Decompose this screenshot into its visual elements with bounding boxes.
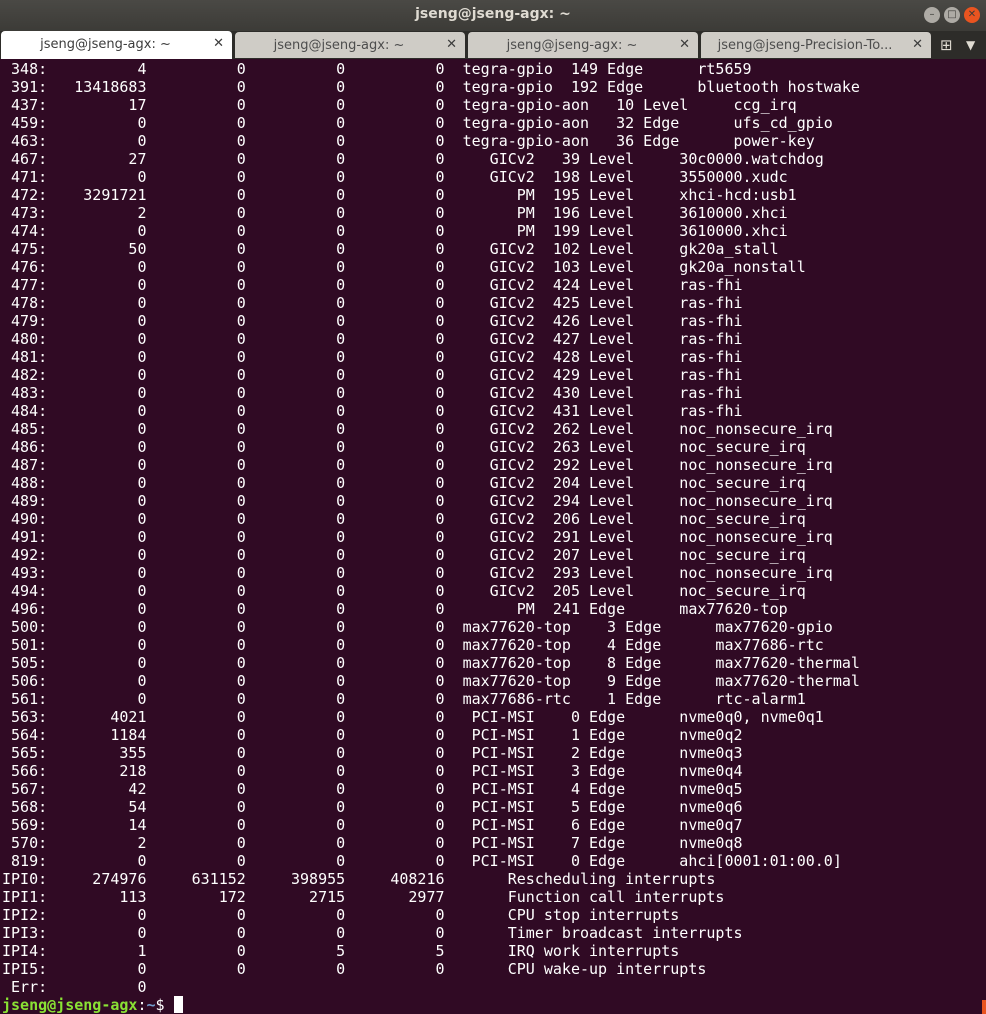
tab-bar: jseng@jseng-agx: ~ ✕ jseng@jseng-agx: ~ …	[0, 31, 986, 59]
tab-close-icon[interactable]: ✕	[679, 37, 690, 52]
terminal-line: 490: 0 0 0 0 GICv2 206 Level noc_secure_…	[2, 510, 806, 528]
terminal-line: 476: 0 0 0 0 GICv2 103 Level gk20a_nonst…	[2, 258, 806, 276]
terminal-line: IPI4: 1 0 5 5 IRQ work interrupts	[2, 942, 680, 960]
terminal-line: 570: 2 0 0 0 PCI-MSI 7 Edge nvme0q8	[2, 834, 743, 852]
terminal-line: 467: 27 0 0 0 GICv2 39 Level 30c0000.wat…	[2, 150, 824, 168]
terminal-line: 496: 0 0 0 0 PM 241 Edge max77620-top	[2, 600, 788, 618]
title-bar[interactable]: jseng@jseng-agx: ~ – □ ✕	[0, 0, 986, 31]
terminal-line: 473: 2 0 0 0 PM 196 Level 3610000.xhci	[2, 204, 788, 222]
tab-label: jseng@jseng-agx: ~	[273, 38, 405, 53]
terminal-line: 484: 0 0 0 0 GICv2 431 Level ras-fhi	[2, 402, 743, 420]
terminal-line: 485: 0 0 0 0 GICv2 262 Level noc_nonsecu…	[2, 420, 833, 438]
terminal-line: 471: 0 0 0 0 GICv2 198 Level 3550000.xud…	[2, 168, 788, 186]
terminal-line: 481: 0 0 0 0 GICv2 428 Level ras-fhi	[2, 348, 743, 366]
tab-label: jseng@jseng-Precision-To...	[717, 38, 893, 53]
tab-1[interactable]: jseng@jseng-agx: ~ ✕	[1, 31, 232, 59]
terminal-line: IPI1: 113 172 2715 2977 Function call in…	[2, 888, 725, 906]
terminal-line: 563: 4021 0 0 0 PCI-MSI 0 Edge nvme0q0, …	[2, 708, 824, 726]
tab-menu-chevron-down-icon[interactable]: ▼	[966, 38, 975, 52]
terminal-line: 437: 17 0 0 0 tegra-gpio-aon 10 Level cc…	[2, 96, 797, 114]
terminal-line: IPI3: 0 0 0 0 Timer broadcast interrupts	[2, 924, 743, 942]
terminal-line: 479: 0 0 0 0 GICv2 426 Level ras-fhi	[2, 312, 743, 330]
terminal-line: 482: 0 0 0 0 GICv2 429 Level ras-fhi	[2, 366, 743, 384]
terminal-line: 564: 1184 0 0 0 PCI-MSI 1 Edge nvme0q2	[2, 726, 743, 744]
terminal-line: Err: 0	[2, 978, 147, 996]
window-title: jseng@jseng-agx: ~	[415, 6, 571, 22]
terminal-line: 478: 0 0 0 0 GICv2 425 Level ras-fhi	[2, 294, 743, 312]
terminal-line: 505: 0 0 0 0 max77620-top 8 Edge max7762…	[2, 654, 860, 672]
terminal-line: 569: 14 0 0 0 PCI-MSI 6 Edge nvme0q7	[2, 816, 743, 834]
tab-label: jseng@jseng-agx: ~	[40, 37, 171, 52]
scroll-indicator	[982, 1000, 986, 1014]
terminal-line: 474: 0 0 0 0 PM 199 Level 3610000.xhci	[2, 222, 788, 240]
terminal-line: 477: 0 0 0 0 GICv2 424 Level ras-fhi	[2, 276, 743, 294]
terminal-line: 819: 0 0 0 0 PCI-MSI 0 Edge ahci[0001:01…	[2, 852, 842, 870]
terminal-line: 480: 0 0 0 0 GICv2 427 Level ras-fhi	[2, 330, 743, 348]
tab-2[interactable]: jseng@jseng-agx: ~ ✕	[235, 32, 465, 58]
close-button[interactable]: ✕	[964, 7, 980, 23]
new-tab-icon[interactable]: ⊞	[940, 36, 953, 54]
terminal-line: IPI2: 0 0 0 0 CPU stop interrupts	[2, 906, 680, 924]
text-cursor	[173, 996, 183, 1013]
terminal-line: 391: 13418683 0 0 0 tegra-gpio 192 Edge …	[2, 78, 860, 96]
prompt-directory: ~	[146, 996, 156, 1014]
terminal-line: 483: 0 0 0 0 GICv2 430 Level ras-fhi	[2, 384, 743, 402]
terminal-line: 567: 42 0 0 0 PCI-MSI 4 Edge nvme0q5	[2, 780, 743, 798]
terminal-output[interactable]: 348: 4 0 0 0 tegra-gpio 149 Edge rt5659 …	[0, 59, 986, 1014]
terminal-line: 492: 0 0 0 0 GICv2 207 Level noc_secure_…	[2, 546, 806, 564]
tab-close-icon[interactable]: ✕	[912, 37, 923, 52]
maximize-button[interactable]: □	[944, 7, 960, 23]
tab-label: jseng@jseng-agx: ~	[506, 38, 638, 53]
terminal-line: 463: 0 0 0 0 tegra-gpio-aon 36 Edge powe…	[2, 132, 815, 150]
prompt-colon: :	[137, 996, 147, 1014]
terminal-line: 491: 0 0 0 0 GICv2 291 Level noc_nonsecu…	[2, 528, 833, 546]
terminal-line: 486: 0 0 0 0 GICv2 263 Level noc_secure_…	[2, 438, 806, 456]
terminal-line: 487: 0 0 0 0 GICv2 292 Level noc_nonsecu…	[2, 456, 833, 474]
terminal-line: 472: 3291721 0 0 0 PM 195 Level xhci-hcd…	[2, 186, 797, 204]
terminal-line: 489: 0 0 0 0 GICv2 294 Level noc_nonsecu…	[2, 492, 833, 510]
terminal-line: 488: 0 0 0 0 GICv2 204 Level noc_secure_…	[2, 474, 806, 492]
terminal-line: 506: 0 0 0 0 max77620-top 9 Edge max7762…	[2, 672, 860, 690]
minimize-button[interactable]: –	[924, 7, 940, 23]
shell-prompt[interactable]: jseng@jseng-agx:~$	[2, 996, 183, 1014]
terminal-line: 561: 0 0 0 0 max77686-rtc 1 Edge rtc-ala…	[2, 690, 806, 708]
tab-3[interactable]: jseng@jseng-agx: ~ ✕	[468, 32, 698, 58]
terminal-line: 565: 355 0 0 0 PCI-MSI 2 Edge nvme0q3	[2, 744, 743, 762]
terminal-line: IPI0: 274976 631152 398955 408216 Resche…	[2, 870, 716, 888]
prompt-user-host: jseng@jseng-agx	[2, 996, 138, 1014]
prompt-symbol: $	[155, 996, 174, 1014]
terminal-line: 475: 50 0 0 0 GICv2 102 Level gk20a_stal…	[2, 240, 779, 258]
terminal-line: 493: 0 0 0 0 GICv2 293 Level noc_nonsecu…	[2, 564, 833, 582]
terminal-line: IPI5: 0 0 0 0 CPU wake-up interrupts	[2, 960, 707, 978]
terminal-line: 566: 218 0 0 0 PCI-MSI 3 Edge nvme0q4	[2, 762, 743, 780]
terminal-line: 494: 0 0 0 0 GICv2 205 Level noc_secure_…	[2, 582, 806, 600]
terminal-line: 568: 54 0 0 0 PCI-MSI 5 Edge nvme0q6	[2, 798, 743, 816]
tab-4[interactable]: jseng@jseng-Precision-To... ✕	[701, 32, 931, 58]
terminal-line: 500: 0 0 0 0 max77620-top 3 Edge max7762…	[2, 618, 833, 636]
terminal-line: 348: 4 0 0 0 tegra-gpio 149 Edge rt5659	[2, 60, 752, 78]
terminal-line: 459: 0 0 0 0 tegra-gpio-aon 32 Edge ufs_…	[2, 114, 833, 132]
tab-close-icon[interactable]: ✕	[213, 36, 224, 51]
terminal-line: 501: 0 0 0 0 max77620-top 4 Edge max7768…	[2, 636, 824, 654]
tab-close-icon[interactable]: ✕	[446, 37, 457, 52]
